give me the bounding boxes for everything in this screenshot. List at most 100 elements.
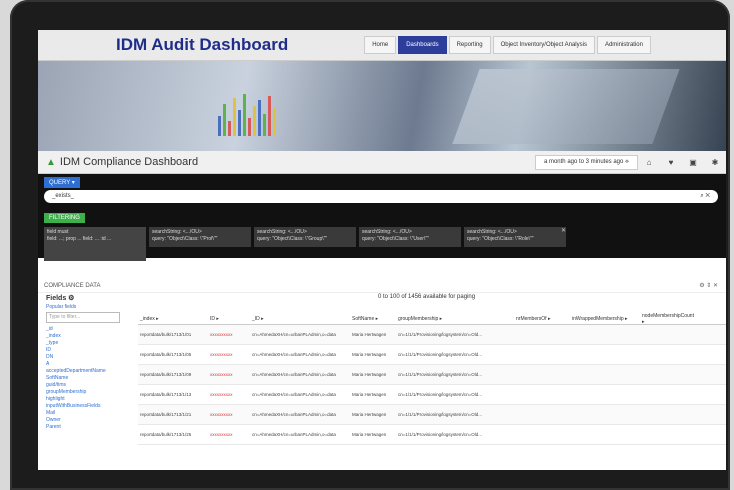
column-header[interactable]: groupMembership ▸ [398, 316, 516, 322]
filtering-chip[interactable]: FILTERING [44, 213, 85, 223]
filter-panel-title: searchString: <.../OU> [467, 229, 517, 235]
filter-panel-body: field: ...; prop ... field: ... :id ... [47, 236, 112, 242]
column-header[interactable]: inWrappedMembership ▸ [572, 316, 642, 322]
field-item[interactable]: _type [46, 340, 138, 347]
results-table: _index ▸ ID ▸ _ID ▸ SoftName ▸ groupMemb… [138, 313, 726, 445]
filter-panels: field must field: ...; prop ... field: .… [44, 227, 566, 261]
column-header[interactable]: ID ▸ [210, 316, 252, 322]
cell-uid: cn=AhmedaXH/cn=urbanPLAdmin,o=data [252, 432, 336, 437]
cell-softname: Maria Hertwagen [352, 412, 387, 417]
field-item[interactable]: highlight [46, 396, 138, 403]
table-row[interactable]: reportdata/bulk/1713/1/01 xxxxxxxxxx cn=… [138, 325, 726, 345]
field-item[interactable]: inputWithBusinessFields [46, 403, 138, 410]
filter-panel-title: searchString: <.../OU> [152, 229, 202, 235]
tab-dashboards[interactable]: Dashboards [398, 36, 447, 54]
cell-index: reportdata/bulk/1713/1/01 [140, 332, 192, 337]
filter-panel-body: query: "Object\Class: \"User\"" [362, 236, 429, 242]
field-item[interactable]: groupMembership [46, 389, 138, 396]
nav-tabs: Home Dashboards Reporting Object Invento… [364, 36, 651, 54]
cell-softname: Maria Hertwagen [352, 392, 387, 397]
cell-softname: Maria Hertwagen [352, 332, 387, 337]
compliance-title: COMPLIANCE DATA [44, 283, 101, 289]
field-item[interactable]: guid/tims [46, 382, 138, 389]
compliance-panel: COMPLIANCE DATA ⚙ ⇕ ✕ Fields ⚙ Popular f… [38, 280, 726, 470]
field-item[interactable]: A [46, 361, 138, 368]
field-item[interactable]: acceptedDepartmentName [46, 368, 138, 375]
column-header[interactable]: SoftName ▸ [352, 316, 398, 322]
close-icon[interactable]: ✕ [561, 227, 566, 234]
tab-home[interactable]: Home [364, 36, 397, 54]
panel-controls[interactable]: ⚙ ⇕ ✕ [699, 280, 718, 292]
column-header[interactable]: _index ▸ [138, 316, 210, 322]
hit-info: 0 to 100 of 1456 available for paging [378, 294, 476, 300]
field-item[interactable]: _index [46, 333, 138, 340]
query-value: _exists_ [52, 193, 75, 199]
column-header[interactable]: _ID ▸ [252, 316, 352, 322]
fields-title: Fields ⚙ [46, 295, 75, 302]
settings-icon[interactable]: ✱ [704, 158, 726, 167]
cell-group: cn=1/1/1/Provisioning/logsystem/cn=Old..… [398, 372, 483, 377]
field-filter-input[interactable]: Type to filter... [46, 312, 120, 323]
table-row[interactable]: reportdata/bulk/1713/1/05 xxxxxxxxxx cn=… [138, 345, 726, 365]
filter-panel[interactable]: field must field: ...; prop ... field: .… [44, 227, 146, 261]
cell-uid: cn=AhmedaXH/cn=urbanPLAdmin,o=data [252, 372, 336, 377]
field-item[interactable]: Owner [46, 417, 138, 424]
fields-sidebar: Fields ⚙ Popular fields Type to filter..… [38, 294, 138, 470]
cell-id: xxxxxxxxxx [210, 332, 233, 337]
field-item[interactable]: DN [46, 354, 138, 361]
laptop-frame: IDM Audit Dashboard Home Dashboards Repo… [10, 0, 730, 490]
column-header[interactable]: nodeMembershipCount ▸ [642, 313, 694, 325]
table-row[interactable]: reportdata/bulk/1713/1/13 xxxxxxxxxx cn=… [138, 385, 726, 405]
field-item[interactable]: Mail [46, 410, 138, 417]
heart-icon[interactable]: ♥ [660, 158, 682, 167]
cell-group: cn=1/1/1/Provisioning/logsystem/cn=Old..… [398, 392, 483, 397]
time-range-picker[interactable]: a month ago to 3 minutes ago ⟡ [534, 154, 638, 170]
tab-reporting[interactable]: Reporting [448, 36, 491, 54]
tab-administration[interactable]: Administration [596, 36, 651, 54]
cell-id: xxxxxxxxxx [210, 372, 233, 377]
cell-index: reportdata/bulk/1713/1/09 [140, 372, 192, 377]
table-row[interactable]: reportdata/bulk/1713/1/21 xxxxxxxxxx cn=… [138, 405, 726, 425]
query-filter-area: QUERY ▾ _exists_ ⌕ ✕ FILTERING field mus… [38, 174, 726, 261]
banner-chart-graphic [218, 91, 276, 136]
table-body: reportdata/bulk/1713/1/01 xxxxxxxxxx cn=… [138, 325, 726, 445]
cell-index: reportdata/bulk/1713/1/13 [140, 392, 192, 397]
filter-panel-title: searchString: <.../OU> [257, 229, 307, 235]
cell-group: cn=1/1/1/Provisioning/logsystem/cn=Old..… [398, 432, 483, 437]
filter-panel[interactable]: searchString: <.../OU> query: "Object\Cl… [464, 227, 566, 247]
filter-panel-title: field must [47, 229, 69, 235]
tab-object-inventory[interactable]: Object Inventory/Object Analysis [492, 36, 595, 54]
save-icon[interactable]: ▣ [682, 158, 704, 167]
field-item[interactable]: _id [46, 326, 138, 333]
filter-panel-body: query: "Object\Class: \"Role\"" [467, 236, 534, 242]
home-icon[interactable]: ⌂ [638, 158, 660, 167]
app-title: IDM Audit Dashboard [116, 35, 289, 54]
table-header: _index ▸ ID ▸ _ID ▸ SoftName ▸ groupMemb… [138, 313, 726, 325]
cell-id: xxxxxxxxxx [210, 392, 233, 397]
cell-index: reportdata/bulk/1713/1/21 [140, 412, 192, 417]
results-area: 0 to 100 of 1456 available for paging _i… [138, 294, 726, 470]
cell-id: xxxxxxxxxx [210, 352, 233, 357]
popular-fields-link[interactable]: Popular fields [46, 304, 138, 310]
query-input[interactable]: _exists_ ⌕ ✕ [44, 190, 718, 203]
filter-panel[interactable]: searchString: <.../OU> query: "Object\Cl… [254, 227, 356, 247]
filter-panel[interactable]: searchString: <.../OU> query: "Object\Cl… [149, 227, 251, 247]
top-bar: IDM Audit Dashboard Home Dashboards Repo… [38, 30, 726, 61]
cell-id: xxxxxxxxxx [210, 432, 233, 437]
query-chip[interactable]: QUERY ▾ [44, 177, 80, 188]
header-banner-image [38, 61, 726, 151]
filter-panel[interactable]: searchString: <.../OU> query: "Object\Cl… [359, 227, 461, 247]
table-row[interactable]: reportdata/bulk/1713/1/25 xxxxxxxxxx cn=… [138, 425, 726, 445]
field-item[interactable]: ID [46, 347, 138, 354]
search-icon[interactable]: ⌕ ✕ [700, 190, 710, 203]
screen: IDM Audit Dashboard Home Dashboards Repo… [38, 30, 726, 470]
field-item[interactable]: SoftName [46, 375, 138, 382]
cell-uid: cn=AhmedaXH/cn=urbanPLAdmin,o=data [252, 332, 336, 337]
column-header[interactable]: nrMembersOf ▸ [516, 316, 572, 322]
cell-index: reportdata/bulk/1713/1/05 [140, 352, 192, 357]
filter-panel-body: query: "Object\Class: \"Group\"" [257, 236, 328, 242]
table-row[interactable]: reportdata/bulk/1713/1/09 xxxxxxxxxx cn=… [138, 365, 726, 385]
cell-uid: cn=AhmedaXH/cn=urbanPLAdmin,o=data [252, 392, 336, 397]
cell-group: cn=1/1/1/Provisioning/logsystem/cn=Old..… [398, 332, 483, 337]
field-item[interactable]: Parent [46, 424, 138, 431]
